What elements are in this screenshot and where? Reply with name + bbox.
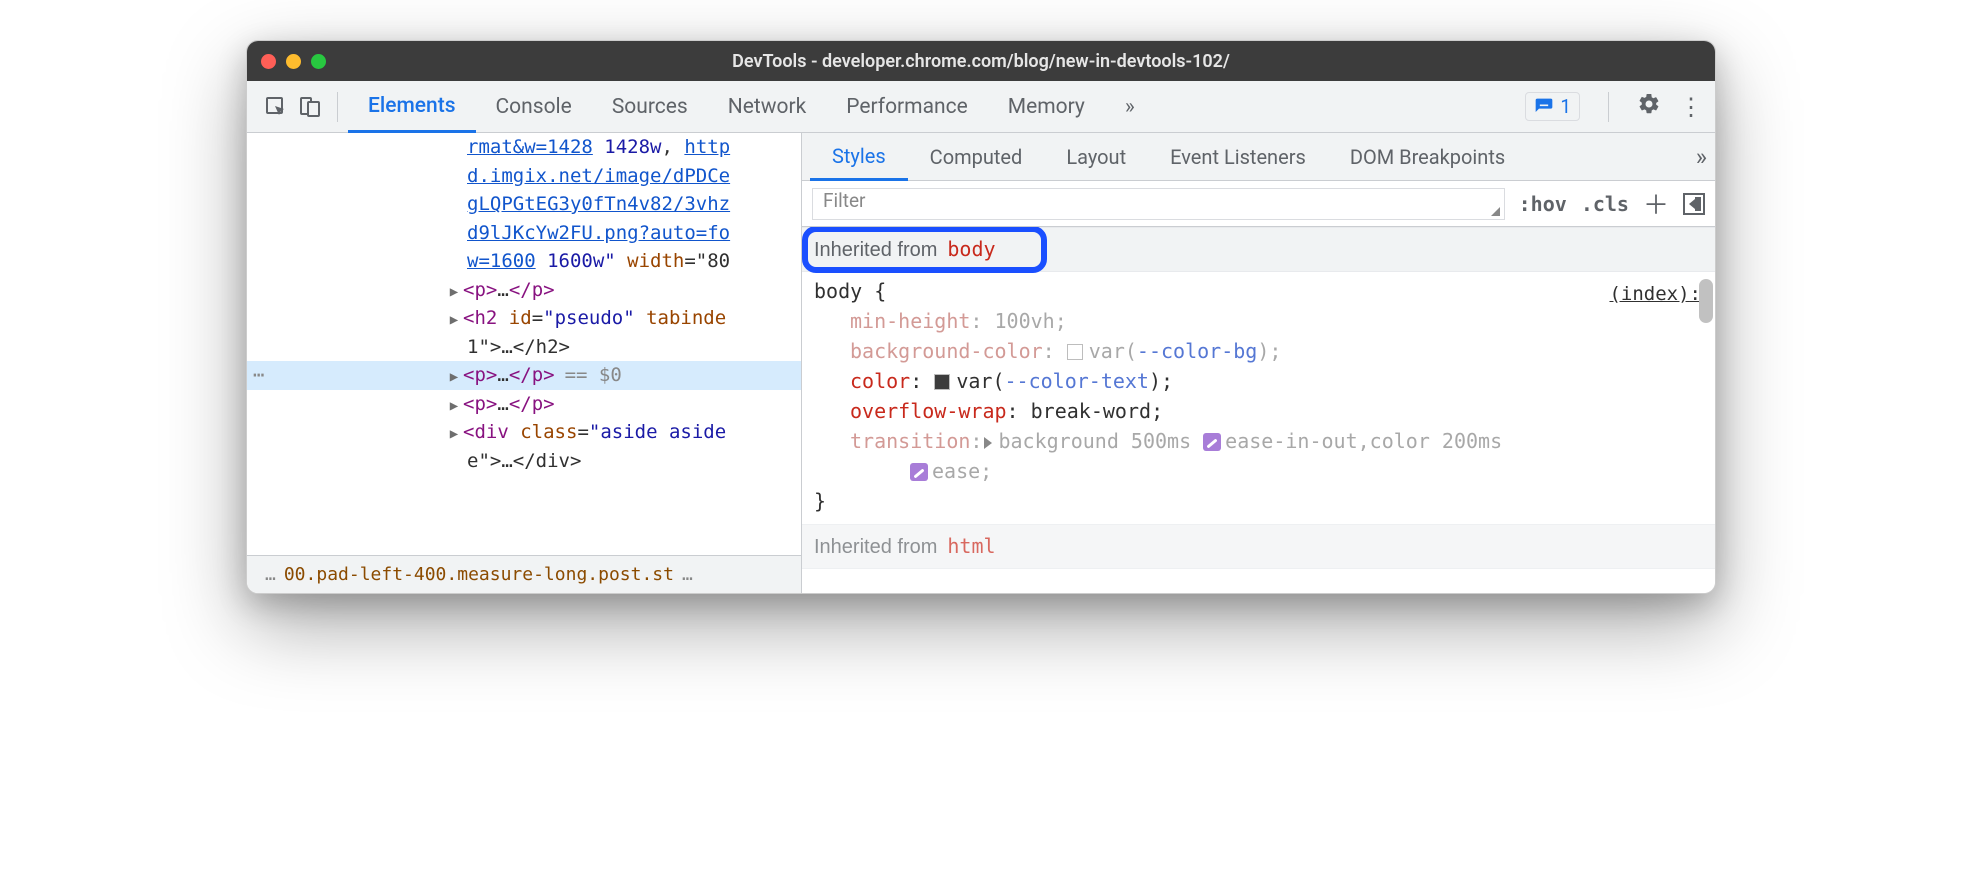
dom-url-fragment[interactable]: gLQPGtEG3y0fTn4v82/3vhz	[467, 193, 730, 215]
dom-node-selected[interactable]: ⋯ ▶<p>…</p>== $0	[247, 361, 801, 390]
inherited-from-element[interactable]: html	[947, 531, 995, 561]
scrollbar-thumb[interactable]	[1699, 279, 1713, 323]
content-area: rmat&w=1428 1428w, http d.imgix.net/imag…	[247, 133, 1715, 593]
filter-input[interactable]: Filter	[812, 188, 1505, 220]
subtab-computed[interactable]: Computed	[908, 133, 1045, 180]
inspect-element-icon[interactable]	[259, 95, 293, 119]
close-window-button[interactable]	[261, 54, 276, 69]
window-controls	[261, 54, 326, 69]
issues-count: 1	[1560, 95, 1571, 118]
expand-icon[interactable]: ▶	[447, 424, 461, 445]
expand-icon[interactable]: ▶	[447, 367, 461, 388]
more-options-icon[interactable]: ⋮	[1679, 93, 1703, 121]
main-toolbar: Elements Console Sources Network Perform…	[247, 81, 1715, 133]
issues-button[interactable]: 1	[1525, 92, 1580, 121]
dom-tree[interactable]: rmat&w=1428 1428w, http d.imgix.net/imag…	[247, 133, 801, 555]
tab-memory[interactable]: Memory	[988, 81, 1105, 132]
bezier-editor-icon[interactable]	[910, 463, 928, 481]
selected-indicator-icon: ⋯	[253, 361, 266, 390]
dom-url-fragment[interactable]: d9lJKcYw2FU.png?auto=fo	[467, 222, 730, 244]
breadcrumb-overflow[interactable]: …	[682, 561, 693, 588]
elements-pane: rmat&w=1428 1428w, http d.imgix.net/imag…	[247, 133, 802, 593]
cls-toggle[interactable]: .cls	[1581, 192, 1629, 216]
css-declaration[interactable]: color: var(--color-text);	[814, 366, 1703, 396]
subtabs-overflow[interactable]: »	[1696, 143, 1707, 171]
tab-elements[interactable]: Elements	[348, 81, 476, 133]
expand-shorthand-icon[interactable]	[984, 437, 992, 449]
inherited-from-header[interactable]: Inherited from body	[802, 227, 1715, 272]
tab-network[interactable]: Network	[708, 81, 827, 132]
console-ref: == $0	[555, 364, 622, 386]
expand-icon[interactable]: ▶	[447, 396, 461, 417]
scrollbar[interactable]	[1697, 227, 1715, 593]
maximize-window-button[interactable]	[311, 54, 326, 69]
breadcrumb-current[interactable]: 00.pad-left-400.measure-long.post.st	[284, 561, 674, 588]
tabs-overflow[interactable]: »	[1105, 81, 1155, 132]
styles-filter-bar: Filter :hov .cls ＋	[802, 181, 1715, 227]
subtab-event-listeners[interactable]: Event Listeners	[1148, 133, 1328, 180]
color-swatch-icon[interactable]	[934, 374, 950, 390]
dom-node-p[interactable]: ▶<p>…</p>	[247, 276, 801, 305]
css-declaration[interactable]: min-height: 100vh;	[814, 306, 1703, 336]
breadcrumb-overflow[interactable]: …	[265, 561, 276, 588]
devtools-window: DevTools - developer.chrome.com/blog/new…	[246, 40, 1716, 594]
css-rule[interactable]: (index): body { min-height: 100vh; backg…	[802, 272, 1715, 524]
dom-url-fragment[interactable]: d.imgix.net/image/dPDCe	[467, 165, 730, 187]
inherited-from-header[interactable]: Inherited from html	[802, 524, 1715, 569]
subtab-layout[interactable]: Layout	[1044, 133, 1148, 180]
hov-toggle[interactable]: :hov	[1519, 192, 1567, 216]
title-bar: DevTools - developer.chrome.com/blog/new…	[247, 41, 1715, 81]
settings-icon[interactable]	[1637, 92, 1661, 122]
window-title: DevTools - developer.chrome.com/blog/new…	[247, 51, 1715, 72]
color-swatch-icon[interactable]	[1067, 344, 1083, 360]
breadcrumbs[interactable]: … 00.pad-left-400.measure-long.post.st …	[247, 555, 801, 593]
css-declaration[interactable]: background-color: var(--color-bg);	[814, 336, 1703, 366]
stylesheet-source-link[interactable]: (index):	[1609, 280, 1701, 309]
main-tabs: Elements Console Sources Network Perform…	[348, 81, 1155, 132]
dom-node-h2[interactable]: ▶<h2 id="pseudo" tabinde	[247, 304, 801, 333]
css-selector[interactable]: body	[814, 279, 862, 303]
tab-console[interactable]: Console	[476, 81, 592, 132]
sidebar-tabs: Styles Computed Layout Event Listeners D…	[802, 133, 1715, 181]
separator	[337, 92, 338, 122]
minimize-window-button[interactable]	[286, 54, 301, 69]
bezier-editor-icon[interactable]	[1203, 433, 1221, 451]
separator	[1608, 92, 1609, 122]
dom-url-fragment[interactable]: http	[684, 136, 730, 158]
dom-url-fragment[interactable]: w=1600	[467, 250, 536, 272]
dom-node-p[interactable]: ▶<p>…</p>	[247, 390, 801, 419]
tab-performance[interactable]: Performance	[826, 81, 987, 132]
dom-node-div[interactable]: ▶<div class="aside aside	[247, 418, 801, 447]
expand-icon[interactable]: ▶	[447, 282, 461, 303]
css-declaration[interactable]: transition:background 500ms ease-in-out,…	[814, 426, 1703, 456]
subtab-dom-breakpoints[interactable]: DOM Breakpoints	[1328, 133, 1527, 180]
new-style-rule-icon[interactable]: ＋	[1643, 185, 1669, 222]
styles-body[interactable]: Inherited from body (index): body { min-…	[802, 227, 1715, 593]
computed-panel-toggle-icon[interactable]	[1683, 193, 1705, 215]
inherited-from-element[interactable]: body	[947, 234, 995, 264]
dom-url-fragment[interactable]: rmat&w=1428	[467, 136, 593, 158]
css-declaration[interactable]: overflow-wrap: break-word;	[814, 396, 1703, 426]
subtab-styles[interactable]: Styles	[810, 134, 908, 181]
device-toolbar-icon[interactable]	[293, 95, 327, 119]
styles-pane: Styles Computed Layout Event Listeners D…	[802, 133, 1715, 593]
tab-sources[interactable]: Sources	[592, 81, 708, 132]
expand-icon[interactable]: ▶	[447, 310, 461, 331]
